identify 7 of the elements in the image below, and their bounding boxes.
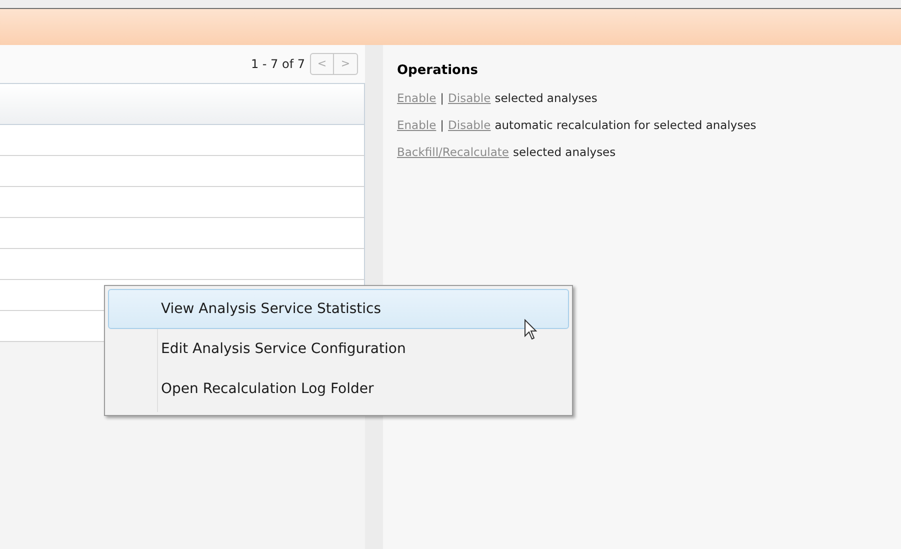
page-range: 1 - 7 of 7 xyxy=(250,56,305,73)
separator: | xyxy=(440,116,444,134)
operation-text: selected analyses xyxy=(494,90,598,106)
operations-title: Operations xyxy=(397,62,479,80)
operation-text: selected analyses xyxy=(512,144,616,161)
operation-text: automatic recalculation for selected analyses xyxy=(494,116,756,134)
separator: | xyxy=(440,90,444,107)
